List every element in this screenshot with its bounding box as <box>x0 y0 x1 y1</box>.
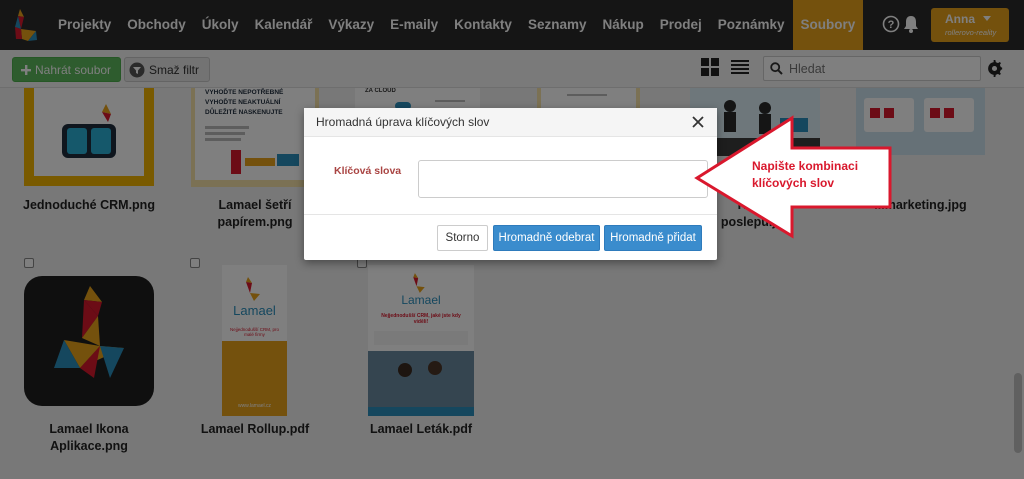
annotation-text: Napište kombinaci klíčových slov <box>752 159 859 190</box>
annotation-arrow <box>694 115 892 239</box>
